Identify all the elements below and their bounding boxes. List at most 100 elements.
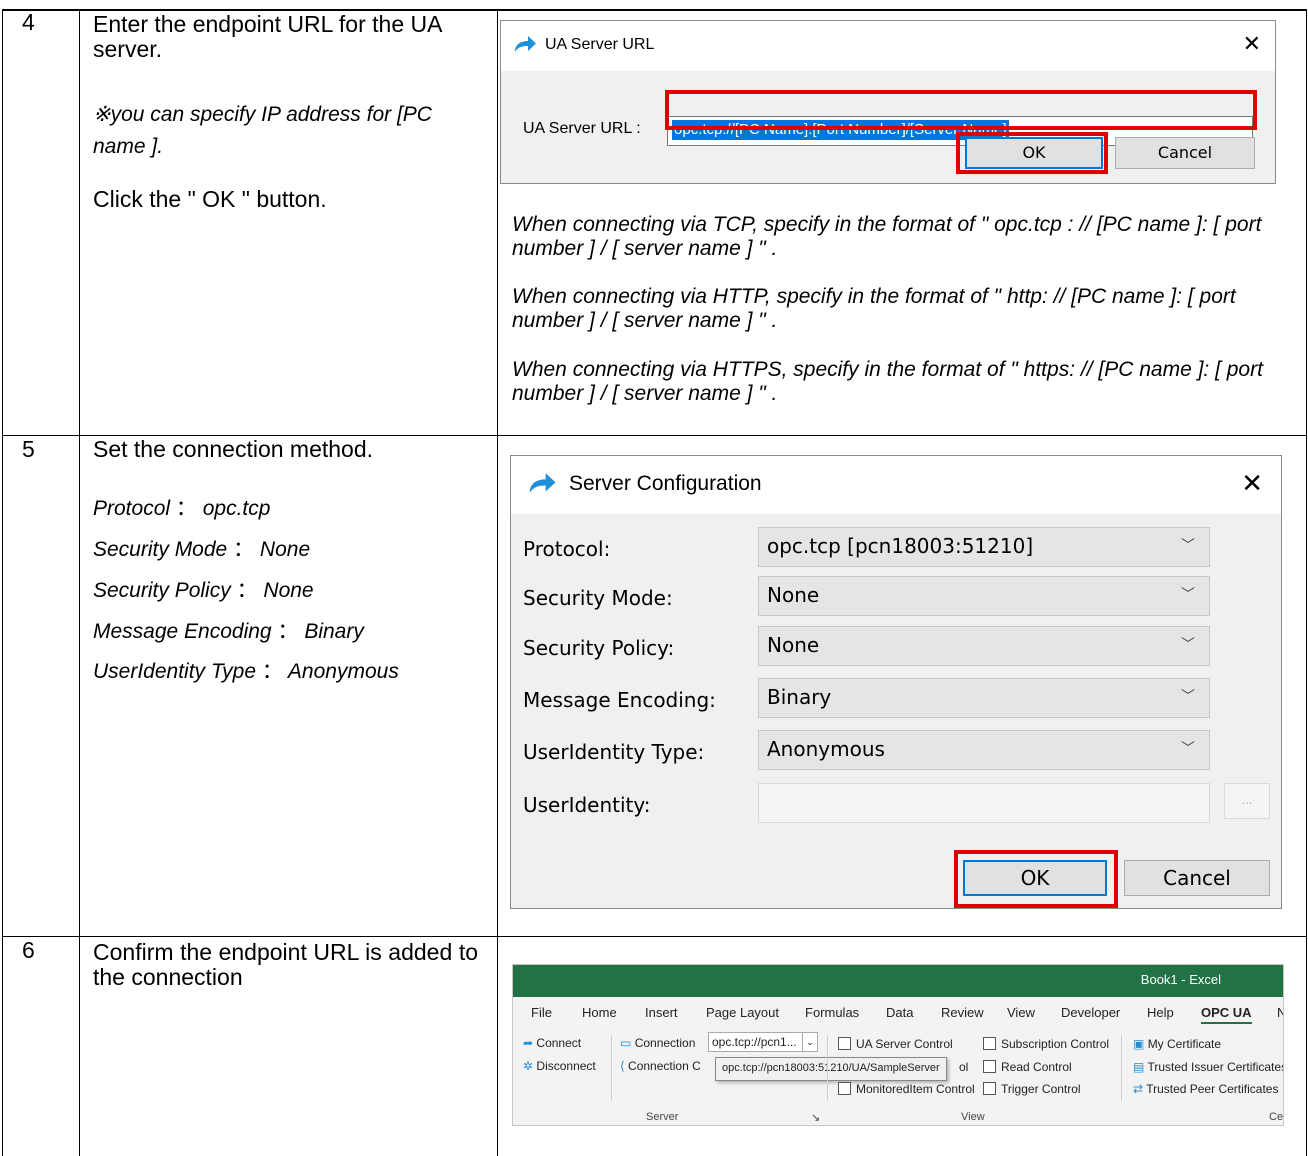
ok-highlight-box	[954, 850, 1118, 908]
http-note: When connecting via HTTP, specify in the…	[512, 285, 1236, 332]
ol-text: ol	[959, 1060, 969, 1074]
server-configuration-dialog: Server Configuration ✕ Protocol: opc.tcp…	[510, 455, 1282, 909]
tab-insert[interactable]: Insert	[645, 1005, 678, 1020]
connection-combo[interactable]: opc.tcp://pcn1... ⌄	[708, 1032, 818, 1052]
useridentity-type-label: UserIdentity Type:	[523, 740, 705, 764]
tab-developer[interactable]: Developer	[1061, 1005, 1120, 1020]
step-title: Set the connection method.	[93, 436, 374, 462]
setting-security-policy: Security Policy ： None	[93, 579, 314, 602]
step-action: Click the " OK " button.	[93, 186, 327, 212]
cancel-button[interactable]: Cancel	[1115, 137, 1255, 169]
security-mode-select[interactable]: None ﹀	[758, 576, 1210, 616]
step-number: 6	[22, 937, 35, 963]
ok-highlight-box	[956, 132, 1108, 174]
dialog-titlebar: UA Server URL ✕	[501, 21, 1275, 71]
message-encoding-select[interactable]: Binary ﹀	[758, 678, 1210, 718]
row-divider	[2, 936, 1307, 937]
certificate-icon: ▣	[1133, 1037, 1145, 1051]
connection-button[interactable]: ▭ Connection	[620, 1036, 695, 1050]
dialog-title: Server Configuration	[569, 472, 762, 495]
ua-server-control-checkbox[interactable]: UA Server Control	[838, 1037, 953, 1051]
chevron-down-icon: ﹀	[1181, 538, 1195, 554]
group-label-cert: Cert	[1269, 1111, 1284, 1123]
step-number: 5	[22, 436, 35, 462]
url-label: UA Server URL :	[523, 120, 641, 137]
ribbon-separator	[827, 1035, 828, 1101]
tab-view[interactable]: View	[1007, 1005, 1035, 1020]
tab-home[interactable]: Home	[582, 1005, 617, 1020]
excel-ribbon: Book1 - Excel File Home Insert Page Layo…	[512, 964, 1284, 1126]
cancel-button[interactable]: Cancel	[1124, 860, 1270, 896]
read-control-checkbox[interactable]: Read Control	[983, 1060, 1072, 1074]
disconnect-button[interactable]: ✲ Disconnect	[523, 1059, 596, 1073]
ribbon-separator	[611, 1035, 612, 1101]
url-highlight-box	[665, 90, 1257, 130]
table-border-left	[2, 9, 3, 1156]
tab-page-layout[interactable]: Page Layout	[706, 1005, 779, 1020]
checkbox-icon	[838, 1082, 851, 1095]
chevron-down-icon: ﹀	[1181, 741, 1195, 757]
exchange-icon: ⇄	[1133, 1082, 1144, 1096]
browse-button: ...	[1224, 783, 1270, 819]
useridentity-label: UserIdentity:	[523, 793, 651, 817]
security-policy-label: Security Policy:	[523, 636, 675, 660]
tab-file[interactable]: File	[531, 1005, 552, 1020]
chevron-down-icon: ﹀	[1181, 587, 1195, 603]
setting-useridentity-type: UserIdentity Type ： Anonymous	[93, 660, 399, 683]
certificate-icon: ▤	[1133, 1060, 1145, 1074]
message-encoding-select-value: Binary	[767, 685, 832, 709]
security-mode-label: Security Mode:	[523, 586, 673, 610]
trusted-peer-button[interactable]: ⇄ Trusted Peer Certificates	[1133, 1082, 1278, 1096]
security-policy-select-value: None	[767, 633, 820, 657]
endpoint-dropdown-item[interactable]: opc.tcp://pcn18003:51210/UA/SampleServer	[715, 1057, 947, 1081]
monitor-icon: ▭	[620, 1036, 632, 1050]
table-border-right	[1306, 9, 1307, 1156]
column-divider	[497, 9, 498, 1156]
trusted-issuer-button[interactable]: ▤ Trusted Issuer Certificates	[1133, 1060, 1283, 1074]
checkbox-icon	[983, 1037, 996, 1050]
protocol-label: Protocol:	[523, 537, 611, 561]
step-title: Enter the endpoint URL for the UA server…	[93, 11, 442, 62]
checkbox-icon	[838, 1037, 851, 1050]
connect-button[interactable]: ➦ Connect	[523, 1036, 581, 1050]
group-label-server: Server	[646, 1111, 679, 1123]
monitoreditem-control-checkbox[interactable]: MonitoredItem Control	[838, 1082, 975, 1096]
tab-data[interactable]: Data	[886, 1005, 913, 1020]
tab-formulas[interactable]: Formulas	[805, 1005, 859, 1020]
close-icon[interactable]: ✕	[1241, 468, 1263, 499]
checkbox-icon	[983, 1082, 996, 1095]
chevron-down-icon: ⌄	[802, 1033, 817, 1051]
message-encoding-label: Message Encoding:	[523, 688, 716, 712]
setting-security-mode: Security Mode ： None	[93, 538, 311, 561]
tcp-note: When connecting via TCP, specify in the …	[512, 213, 1262, 260]
chevron-down-icon: ﹀	[1181, 689, 1195, 705]
my-certificate-button[interactable]: ▣ My Certificate	[1133, 1037, 1221, 1051]
protocol-select[interactable]: opc.tcp [pcn18003:51210] ﹀	[758, 527, 1210, 567]
useridentity-field	[758, 783, 1210, 823]
tab-review[interactable]: Review	[941, 1005, 984, 1020]
close-icon[interactable]: ✕	[1243, 31, 1261, 57]
disconnect-icon: ✲	[523, 1059, 534, 1073]
subscription-control-checkbox[interactable]: Subscription Control	[983, 1037, 1109, 1051]
dialog-titlebar: Server Configuration ✕	[511, 456, 1281, 514]
ua-server-url-dialog: UA Server URL ✕ UA Server URL : opc.tcp:…	[500, 20, 1276, 184]
connection-c-button[interactable]: ⟨ Connection C	[620, 1059, 701, 1073]
share-icon: ⟨	[620, 1059, 625, 1073]
dialog-launcher-icon[interactable]: ↘	[811, 1111, 820, 1124]
step-note: ※you can specify IP address for [PC name…	[93, 103, 432, 158]
security-mode-select-value: None	[767, 583, 820, 607]
tab-help[interactable]: Help	[1147, 1005, 1174, 1020]
security-policy-select[interactable]: None ﹀	[758, 626, 1210, 666]
step-title: Confirm the endpoint URL is added to the…	[93, 939, 478, 990]
column-divider	[79, 9, 80, 1156]
useridentity-type-select-value: Anonymous	[767, 737, 885, 761]
tab-overflow[interactable]: N	[1277, 1005, 1283, 1020]
https-note: When connecting via HTTPS, specify in th…	[512, 358, 1263, 405]
trigger-control-checkbox[interactable]: Trigger Control	[983, 1082, 1081, 1096]
setting-message-encoding: Message Encoding ： Binary	[93, 620, 364, 643]
chevron-down-icon: ﹀	[1181, 637, 1195, 653]
share-arrow-icon	[515, 36, 536, 52]
tab-opc-ua[interactable]: OPC UA	[1201, 1005, 1252, 1024]
useridentity-type-select[interactable]: Anonymous ﹀	[758, 730, 1210, 770]
protocol-select-value: opc.tcp [pcn18003:51210]	[767, 534, 1034, 558]
